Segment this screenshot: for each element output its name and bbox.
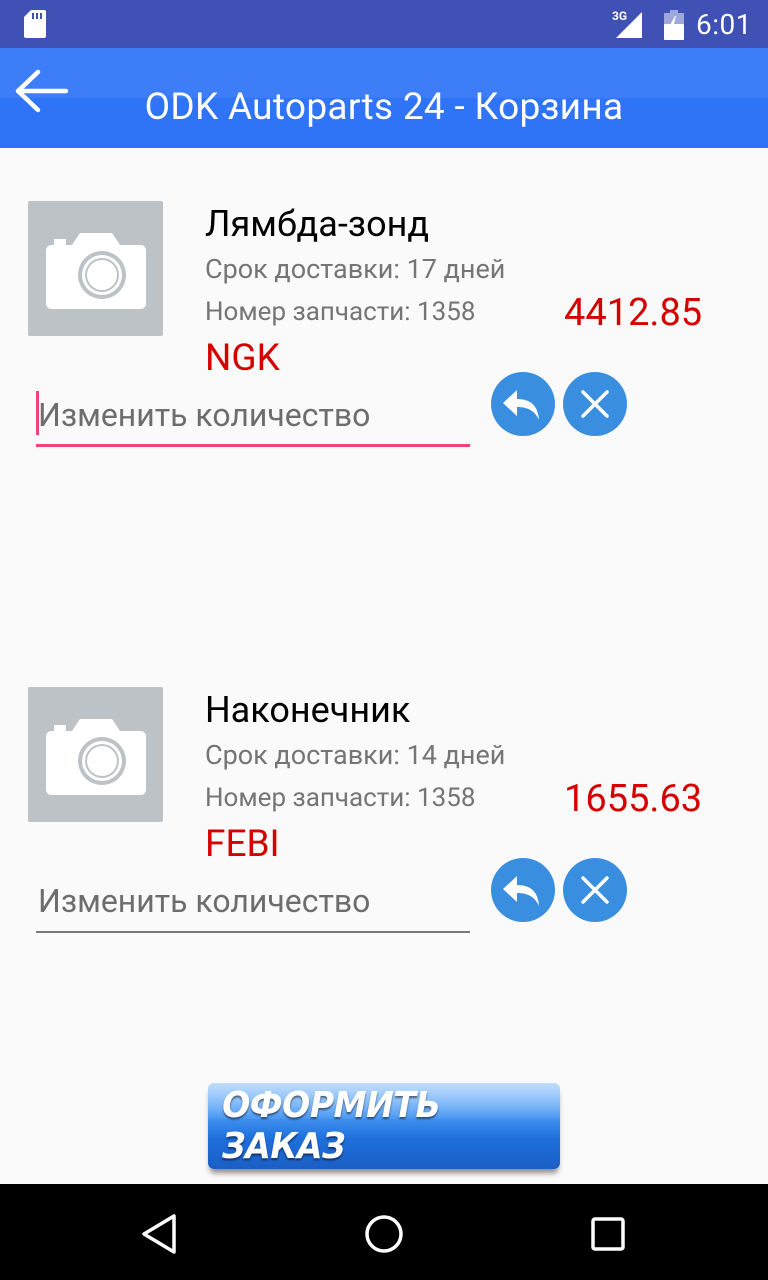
remove-item-button[interactable] (563, 858, 627, 922)
page-title: ODK Autoparts 24 - Корзина (144, 86, 624, 129)
quantity-input[interactable] (36, 385, 470, 447)
text-cursor (36, 391, 39, 435)
product-price: 1655.63 (564, 777, 703, 821)
battery-icon (664, 10, 684, 40)
nav-recents-icon (591, 1217, 625, 1251)
status-bar: 3G 6:01 (0, 0, 768, 48)
undo-icon (503, 876, 539, 906)
nav-recents-button[interactable] (580, 1206, 636, 1262)
close-icon (581, 876, 609, 904)
product-price: 4412.85 (564, 291, 703, 335)
camera-placeholder-icon (46, 719, 146, 795)
product-name: Лямбда-зонд (205, 203, 430, 245)
nav-back-icon (142, 1214, 176, 1254)
app-bar: ODK Autoparts 24 - Корзина (0, 48, 768, 148)
product-image (28, 201, 163, 336)
checkout-label: ОФОРМИТЬ ЗАКАЗ (222, 1085, 441, 1167)
close-icon (581, 390, 609, 418)
delivery-time: Срок доставки: 14 дней (205, 739, 506, 771)
checkout-button[interactable]: ОФОРМИТЬ ЗАКАЗ (208, 1083, 560, 1169)
quantity-input[interactable] (36, 871, 470, 933)
cart-item: Наконечник Срок доставки: 14 дней Номер … (0, 687, 768, 987)
update-quantity-button[interactable] (491, 372, 555, 436)
sd-card-icon (24, 10, 46, 38)
delivery-time: Срок доставки: 17 дней (205, 253, 506, 285)
part-number: Номер запчасти: 1358 (205, 297, 476, 327)
product-brand: NGK (205, 337, 280, 380)
signal-icon (616, 12, 642, 38)
nav-home-icon (365, 1215, 403, 1253)
nav-back-button[interactable] (132, 1206, 188, 1262)
undo-icon (503, 390, 539, 420)
update-quantity-button[interactable] (491, 858, 555, 922)
remove-item-button[interactable] (563, 372, 627, 436)
product-name: Наконечник (205, 689, 411, 731)
product-brand: FEBI (205, 823, 280, 866)
cart-item: Лямбда-зонд Срок доставки: 17 дней Номер… (0, 201, 768, 501)
navigation-bar (0, 1184, 768, 1280)
camera-placeholder-icon (46, 233, 146, 309)
clock: 6:01 (696, 8, 752, 41)
part-number: Номер запчасти: 1358 (205, 783, 476, 813)
nav-home-button[interactable] (356, 1206, 412, 1262)
product-image (28, 687, 163, 822)
